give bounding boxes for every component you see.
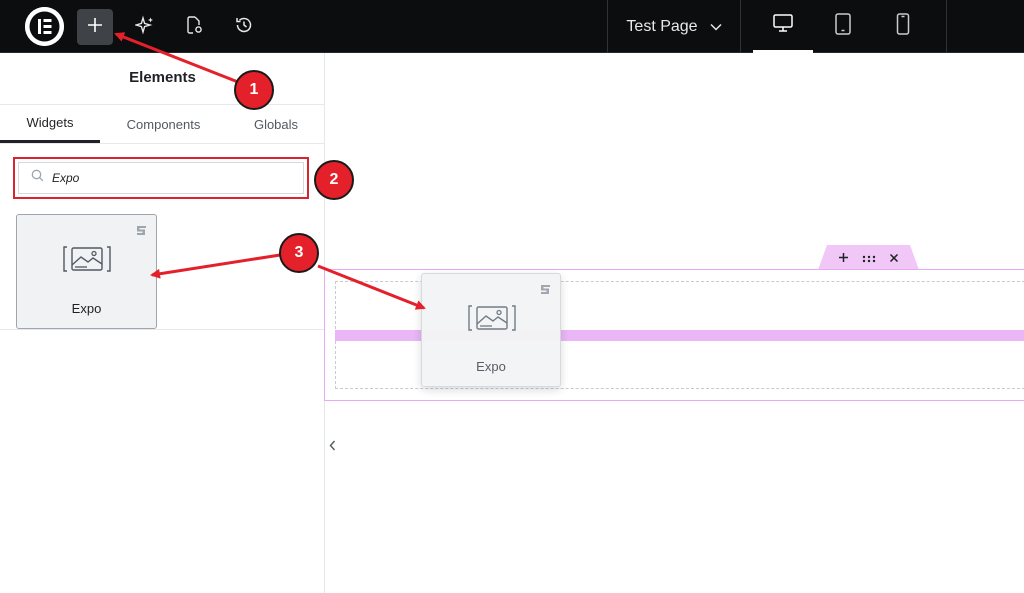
search-field[interactable] (18, 162, 304, 194)
mobile-icon (896, 13, 910, 40)
desktop-view-button[interactable] (753, 0, 813, 53)
elements-panel: Elements Widgets Components Globals Expo (0, 53, 325, 593)
panel-divider (0, 329, 325, 330)
page-settings-button[interactable] (176, 9, 212, 45)
widget-label: Expo (476, 359, 506, 374)
chevron-left-icon (329, 440, 336, 454)
callout-2: 2 (314, 160, 354, 200)
collapse-panel-button[interactable] (325, 424, 339, 470)
close-icon[interactable] (889, 250, 899, 266)
topbar-divider (946, 0, 947, 53)
page-title: Test Page (626, 17, 698, 35)
expo-widget-icon (63, 245, 111, 278)
tab-globals[interactable]: Globals (227, 105, 325, 143)
expo-widget-icon (468, 304, 516, 337)
dragging-widget-expo[interactable]: Expo (421, 273, 561, 387)
tab-widgets[interactable]: Widgets (0, 105, 100, 143)
ai-sparkle-button[interactable] (127, 9, 163, 45)
top-bar: Test Page (0, 0, 1024, 53)
drag-handle-icon[interactable] (862, 250, 876, 266)
tablet-view-button[interactable] (813, 0, 873, 53)
topbar-divider (740, 0, 741, 53)
elementor-logo-icon[interactable] (25, 7, 64, 46)
ai-sparkle-icon (133, 15, 155, 40)
add-element-button[interactable] (77, 9, 113, 45)
tab-components[interactable]: Components (100, 105, 227, 143)
widget-expo[interactable]: Expo (16, 214, 157, 329)
desktop-icon (772, 13, 794, 38)
search-highlight (13, 157, 309, 199)
search-icon (31, 169, 44, 187)
history-icon (234, 15, 254, 40)
page-settings-icon (184, 15, 204, 40)
callout-3: 3 (279, 233, 319, 273)
plus-icon (86, 16, 104, 39)
history-button[interactable] (226, 9, 262, 45)
editor-window: Test Page Elements Widgets Components Gl… (0, 0, 1024, 593)
mobile-view-button[interactable] (873, 0, 933, 53)
search-input[interactable] (52, 171, 272, 185)
widget-label: Expo (71, 301, 102, 316)
pro-badge-icon (136, 223, 147, 241)
panel-tabs: Widgets Components Globals (0, 104, 325, 144)
section-controls (818, 245, 919, 270)
callout-1: 1 (234, 70, 274, 110)
tablet-icon (834, 13, 852, 40)
panel-title: Elements (129, 69, 196, 86)
pro-badge-icon (540, 282, 551, 300)
chevron-down-icon (710, 18, 722, 36)
plus-icon[interactable] (838, 250, 849, 266)
page-selector[interactable]: Test Page (608, 0, 740, 53)
